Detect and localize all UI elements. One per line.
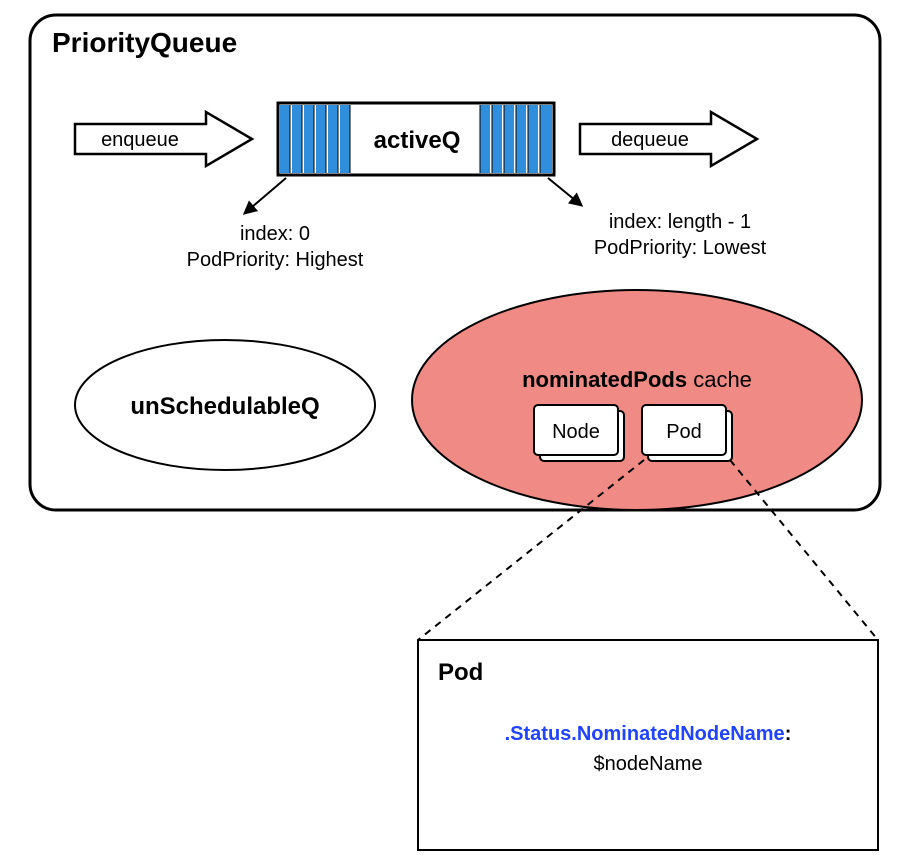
activeq-label: activeQ (374, 127, 461, 154)
pod-detail-title: Pod (438, 659, 483, 686)
priorityqueue-title: PriorityQueue (52, 27, 237, 58)
node-card-label: Node (552, 421, 600, 443)
nominatedpods-label-line: nominatedPods cache (522, 367, 752, 392)
right-annotation-line1: index: length - 1 (609, 211, 751, 233)
right-annotation-line2: PodPriority: Lowest (594, 237, 767, 259)
nominatedpods-suffix: cache (687, 367, 752, 392)
node-card-stack: Node (534, 405, 624, 461)
nominatedpods-ellipse (412, 290, 862, 510)
diagram-canvas: PriorityQueue enqueue activeQ (0, 0, 910, 866)
pod-detail-value: $nodeName (594, 753, 703, 775)
left-annotation-line1: index: 0 (240, 223, 310, 245)
activeq-box: activeQ (278, 103, 554, 175)
pod-detail-sep: : (785, 723, 792, 745)
pod-card-label: Pod (666, 421, 702, 443)
nominatedpods-label: nominatedPods (522, 367, 687, 392)
pod-detail-field: .Status.NominatedNodeName (505, 723, 785, 745)
pod-card-stack: Pod (642, 405, 732, 461)
left-annotation-line2: PodPriority: Highest (187, 249, 364, 271)
unschedulableq-label: unSchedulableQ (130, 393, 319, 420)
pod-detail-field-line: .Status.NominatedNodeName: (505, 723, 792, 745)
pod-detail-box (418, 640, 878, 850)
enqueue-label: enqueue (101, 129, 179, 151)
dequeue-label: dequeue (611, 129, 689, 151)
